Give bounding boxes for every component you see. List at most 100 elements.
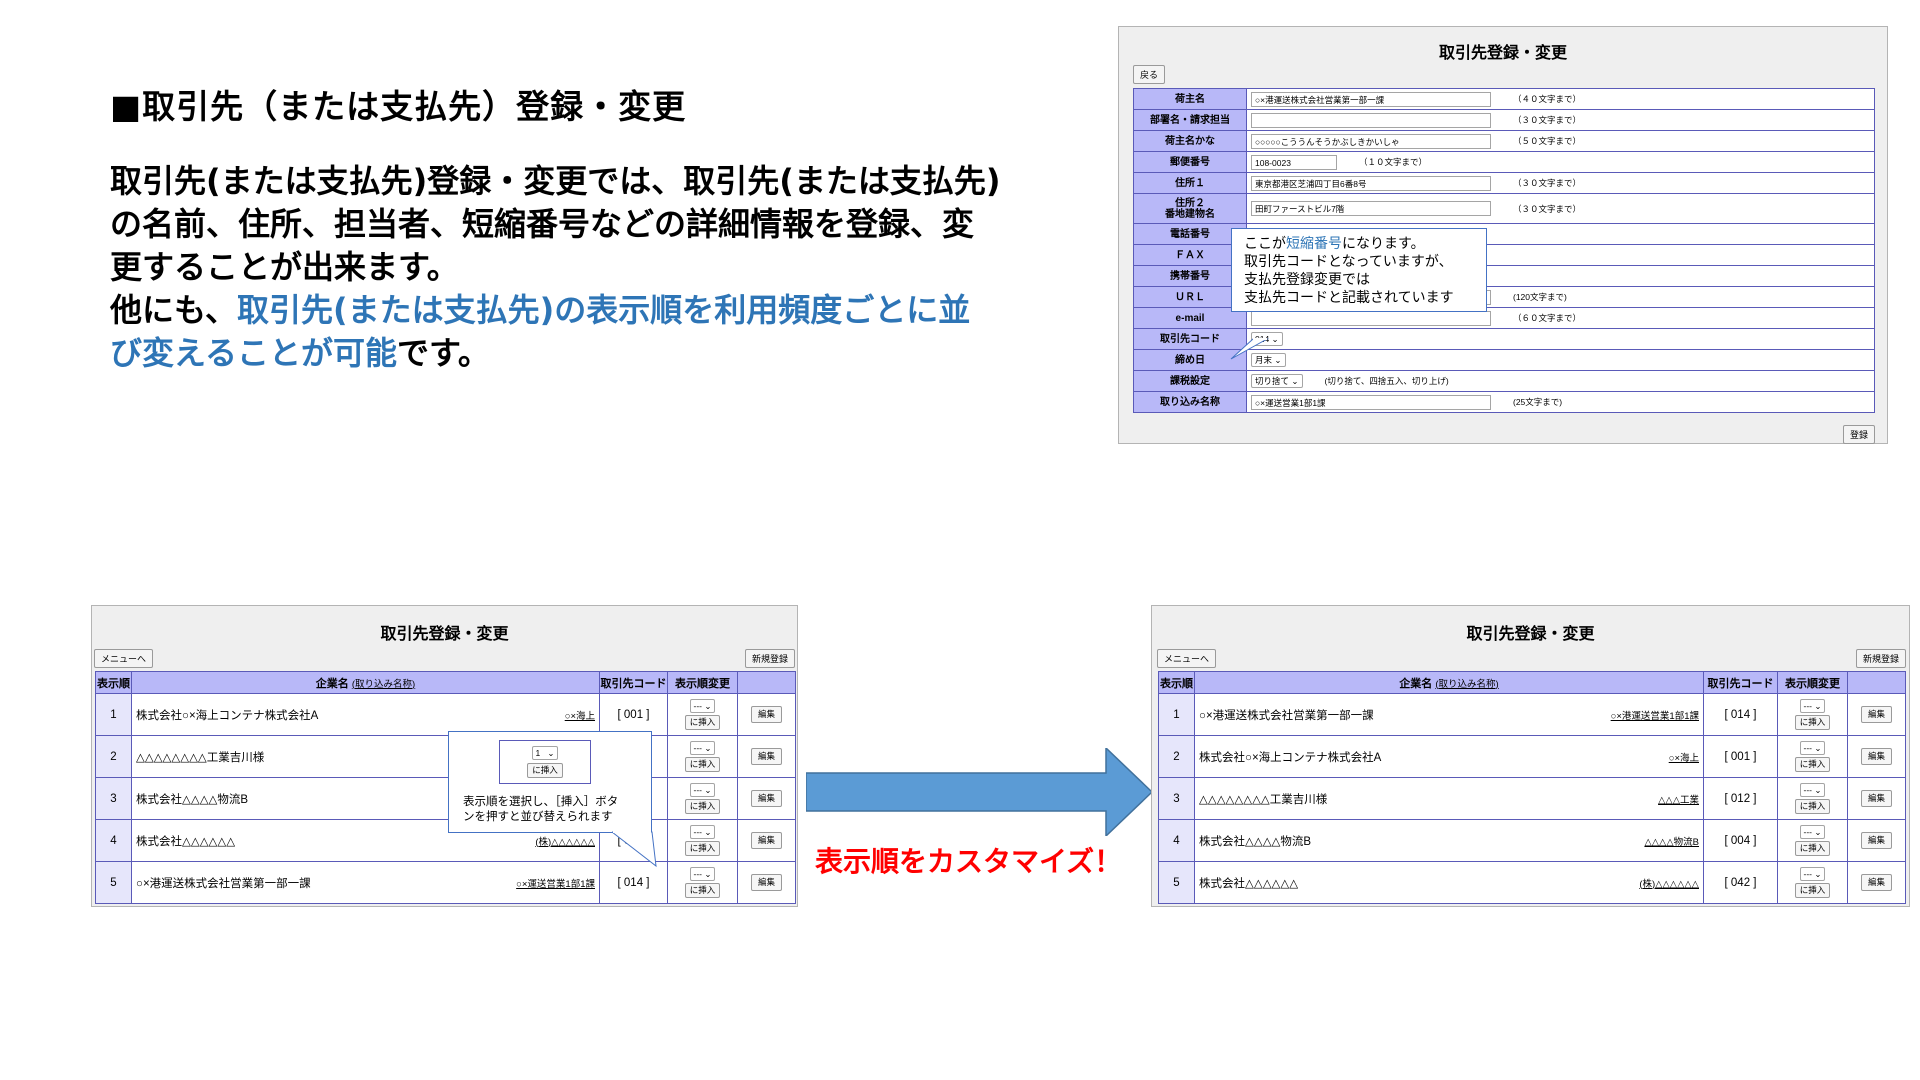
order-select[interactable]: --- ⌄ <box>1799 783 1826 797</box>
import-name[interactable]: △△△△物流B <box>1644 834 1699 848</box>
intro-line: 更することが出来ます。 <box>110 246 1070 289</box>
form-value-cell: 014 ⌄ <box>1246 328 1875 350</box>
edit-button[interactable]: 編集 <box>1860 748 1892 765</box>
form-note: （３０文字まで） <box>1513 178 1582 188</box>
form-input[interactable]: ○×運送営業1部1課 <box>1251 394 1491 410</box>
row-index: 1 <box>1158 693 1195 736</box>
row-company: 株式会社○×海上コンテナ株式会社A ○×海上 <box>1194 735 1704 778</box>
order-select[interactable]: --- ⌄ <box>1799 741 1826 755</box>
form-note: (切り捨て、四捨五入、切り上げ) <box>1324 376 1449 386</box>
edit-button[interactable]: 編集 <box>750 748 782 765</box>
row-order-change: --- ⌄ に挿入 <box>1777 735 1848 778</box>
edit-button[interactable]: 編集 <box>1860 790 1892 807</box>
row-company: △△△△△△△△工業吉川様 △△△工業 <box>1194 777 1704 820</box>
edit-button[interactable]: 編集 <box>750 706 782 723</box>
order-select[interactable]: --- ⌄ <box>689 783 716 797</box>
form-row: 住所２ 番地建物名 田町ファーストビル7階 （３０文字まで） <box>1133 193 1875 224</box>
form-label: 荷主名かな <box>1133 130 1247 152</box>
insert-button[interactable]: に挿入 <box>684 841 721 856</box>
insert-button[interactable]: に挿入 <box>1794 883 1831 898</box>
form-row: 取り込み名称 ○×運送営業1部1課 (25文字まで) <box>1133 391 1875 413</box>
form-input[interactable]: 田町ファーストビル7階 <box>1251 201 1491 216</box>
header-order-change: 表示順変更 <box>1777 671 1848 694</box>
import-name[interactable]: △△△工業 <box>1658 792 1699 806</box>
insert-button[interactable]: に挿入 <box>1794 841 1831 856</box>
list-panel-before: 取引先登録・変更 メニューへ 新規登録 表示順 企業名 (取り込み名称) 取引先コー… <box>91 605 798 907</box>
insert-button[interactable]: に挿入 <box>684 757 721 772</box>
order-select[interactable]: 1 ⌄ <box>531 746 559 760</box>
import-name-link[interactable]: (取り込み名称) <box>352 679 415 690</box>
form-input[interactable] <box>1251 112 1491 128</box>
row-order-change: --- ⌄ に挿入 <box>667 777 738 820</box>
insert-button[interactable]: に挿入 <box>1794 799 1831 814</box>
row-edit: 編集 <box>1847 861 1906 904</box>
form-note: （３０文字まで） <box>1513 115 1582 125</box>
shortcode-callout: ここが短縮番号になります。 取引先コードとなっていますが、 支払先登録変更では … <box>1231 228 1487 312</box>
order-select[interactable]: --- ⌄ <box>689 867 716 881</box>
import-name[interactable]: ○×運送営業1部1課 <box>516 876 595 890</box>
form-note: （１０文字まで） <box>1359 157 1428 167</box>
form-label: 郵便番号 <box>1133 151 1247 173</box>
edit-button[interactable]: 編集 <box>750 874 782 891</box>
form-input[interactable]: ○○○○○こううんそうかぶしきかいしゃ <box>1251 133 1491 149</box>
import-name[interactable]: ○×海上 <box>1669 750 1699 764</box>
row-company: 株式会社△△△△△△ (株)△△△△△△ <box>1194 861 1704 904</box>
partner-list-table: 表示順 企業名 (取り込み名称) 取引先コード 表示順変更 1 株式会社○×海上コンテナ株… <box>95 671 796 904</box>
import-name[interactable]: (株)△△△△△△ <box>535 834 595 848</box>
form-label: 携帯番号 <box>1133 265 1247 287</box>
form-label: ＦＡＸ <box>1133 244 1247 266</box>
form-input[interactable]: 東京都港区芝浦四丁目6番8号 <box>1251 175 1491 191</box>
order-select[interactable]: --- ⌄ <box>689 699 716 713</box>
new-register-button[interactable]: 新規登録 <box>1855 649 1906 668</box>
intro-highlight: 取引先(または支払先)の表示順を利用頻度ごとに並 <box>237 291 971 329</box>
row-code: [ 014 ] <box>1703 693 1778 736</box>
order-select[interactable]: --- ⌄ <box>689 825 716 839</box>
menu-button[interactable]: メニューへ <box>94 649 154 668</box>
insert-button[interactable]: に挿入 <box>1794 715 1831 730</box>
form-note: （３０文字まで） <box>1513 203 1582 214</box>
company-name: 株式会社○×海上コンテナ株式会社A <box>1199 751 1382 764</box>
company-name: △△△△△△△△工業吉川様 <box>1199 793 1328 806</box>
form-input[interactable] <box>1251 310 1491 326</box>
edit-button[interactable]: 編集 <box>750 832 782 849</box>
edit-button[interactable]: 編集 <box>1860 832 1892 849</box>
edit-button[interactable]: 編集 <box>1860 874 1892 891</box>
form-note: (25文字まで) <box>1513 397 1563 407</box>
edit-button[interactable]: 編集 <box>750 790 782 807</box>
insert-button[interactable]: に挿入 <box>684 715 721 730</box>
form-label: 住所１ <box>1133 172 1247 194</box>
row-order-change: --- ⌄ に挿入 <box>1777 861 1848 904</box>
header-code: 取引先コード <box>599 671 668 694</box>
table-row: 4株式会社△△△△△△(株)△△△△△△[ 042 ]--- ⌄に挿入編集 <box>95 819 796 862</box>
right-arrow-icon <box>806 748 1152 836</box>
insert-button[interactable]: に挿入 <box>684 883 721 898</box>
form-row: 住所１ 東京都港区芝浦四丁目6番8号 （３０文字まで） <box>1133 172 1875 194</box>
insert-button[interactable]: に挿入 <box>527 763 563 778</box>
row-company: ○×港運送株式会社営業第一部一課 ○×運送営業1部1課 <box>131 861 600 904</box>
order-select[interactable]: --- ⌄ <box>689 741 716 755</box>
menu-button[interactable]: メニューへ <box>1157 649 1217 668</box>
form-input[interactable]: ○×港運送株式会社営業第一部一課 <box>1251 91 1491 107</box>
register-button[interactable]: 登録 <box>1842 425 1875 444</box>
intro-text: 取引先(または支払先)登録・変更では、取引先(または支払先) <box>110 162 1001 200</box>
new-register-button[interactable]: 新規登録 <box>744 649 795 668</box>
company-name: 株式会社○×海上コンテナ株式会社A <box>136 709 319 722</box>
import-name[interactable]: ○×海上 <box>565 708 595 722</box>
row-index: 5 <box>95 861 132 904</box>
import-name[interactable]: (株)△△△△△△ <box>1639 876 1699 890</box>
form-label: e-mail <box>1133 307 1247 329</box>
insert-button[interactable]: に挿入 <box>1794 757 1831 772</box>
row-company: 株式会社○×海上コンテナ株式会社A ○×海上 <box>131 693 600 736</box>
reorder-demo-box: 1 ⌄ に挿入 <box>499 740 591 784</box>
form-input[interactable]: 108-0023 <box>1251 154 1337 170</box>
form-panel-title: 取引先登録・変更 <box>1438 45 1567 62</box>
order-select[interactable]: --- ⌄ <box>1799 699 1826 713</box>
company-name: 株式会社△△△△△△ <box>1199 877 1299 890</box>
edit-button[interactable]: 編集 <box>1860 706 1892 723</box>
back-button[interactable]: 戻る <box>1133 65 1166 84</box>
import-name-link[interactable]: (取り込み名称) <box>1435 679 1498 690</box>
insert-button[interactable]: に挿入 <box>684 799 721 814</box>
order-select[interactable]: --- ⌄ <box>1799 867 1826 881</box>
order-select[interactable]: --- ⌄ <box>1799 825 1826 839</box>
import-name[interactable]: ○×港運送営業1部1課 <box>1611 708 1699 722</box>
